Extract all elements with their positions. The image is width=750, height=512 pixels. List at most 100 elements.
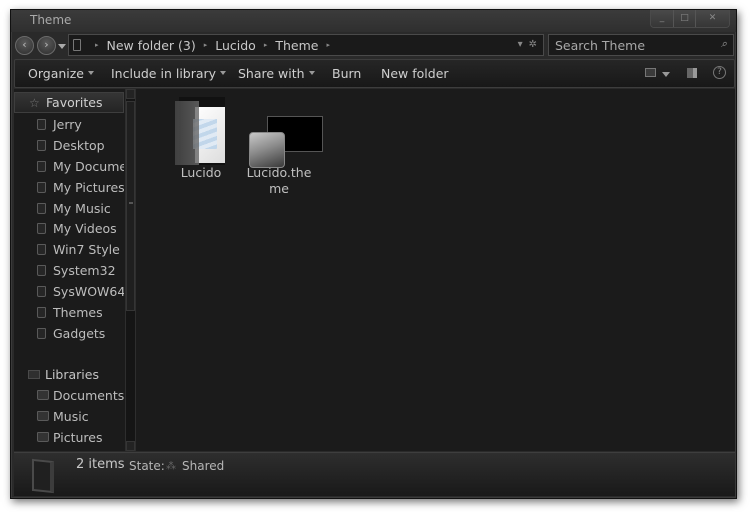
caption-buttons: _ □ ✕ [650,10,730,28]
shared-icon: ⁂ [166,461,176,472]
favorites-header[interactable]: ☆ Favorites [14,92,124,113]
sidebar-item-label: SysWOW64 [53,284,124,299]
view-options-dropdown-icon[interactable] [662,72,670,77]
sidebar-item-system32[interactable]: System32 [14,261,124,281]
location-icon [73,39,81,51]
organize-button[interactable]: Organize [28,66,94,81]
star-icon: ☆ [29,96,40,110]
help-icon[interactable]: ? [713,66,726,79]
breadcrumb-chevron-icon[interactable]: ▸ [264,41,268,49]
state-label: State: [129,459,165,473]
sidebar-item-label: Pictures [53,430,103,445]
breadcrumb-chevron-icon[interactable]: ▸ [204,41,208,49]
sidebar-item-label: Videos [53,450,95,451]
sidebar-item-gadgets[interactable]: Gadgets [14,324,124,344]
sidebar-item-my-music[interactable]: My Music [14,199,124,219]
preview-pane-icon[interactable] [687,68,697,78]
sidebar-item-label: Desktop [53,138,105,153]
file-name: Lucido.theme [246,165,312,196]
sidebar-item-label: Music [53,409,89,424]
breadcrumb-chevron-icon[interactable]: ▸ [326,41,330,49]
libraries-label: Libraries [45,367,99,382]
navigation-pane: ☆ Favorites Jerry Desktop My Documents M… [14,89,124,451]
forward-button[interactable]: › [37,36,56,55]
sidebar-item-jerry[interactable]: Jerry [14,115,124,135]
new-folder-button[interactable]: New folder [381,66,449,81]
folder-icon [37,328,46,339]
search-input[interactable]: Search Theme ⌕ [548,34,734,56]
state-value: Shared [182,459,225,473]
sidebar-item-label: Themes [53,305,103,320]
scroll-up-button[interactable] [126,89,135,99]
details-pane: 2 items State: ⁂ Shared [14,452,735,496]
scroll-down-button[interactable] [126,441,135,451]
favorites-label: Favorites [46,95,103,110]
recent-pages-dropdown-icon[interactable] [58,44,66,49]
search-icon[interactable]: ⌕ [721,37,727,51]
organize-label: Organize [28,66,84,81]
sidebar-item-label: My Pictures [53,180,124,195]
pictures-library-icon [37,432,49,442]
sidebar-item-my-pictures[interactable]: My Pictures [14,178,124,198]
sidebar-item-label: My Music [53,201,111,216]
theme-file-icon [241,97,323,168]
sidebar-item-videos[interactable]: Videos [14,448,124,451]
sidebar-item-syswow64[interactable]: SysWOW64 [14,282,124,302]
share-with-button[interactable]: Share with [238,66,315,81]
address-controls: ▾ ✲ [518,39,537,50]
title-bar[interactable]: Theme _ □ ✕ [11,10,736,32]
sidebar-item-desktop[interactable]: Desktop [14,136,124,156]
navigation-row: ‹ › ▸ New folder (3) ▸ Lucido ▸ Theme ▸ … [11,32,736,58]
change-view-icon[interactable] [645,68,656,77]
folder-icon [37,265,46,276]
chevron-down-icon [88,71,94,75]
sidebar-item-documents[interactable]: Documents [14,386,124,406]
file-item-lucido-folder[interactable]: Lucido [163,97,239,181]
command-bar: Organize Include in library Share with B… [14,59,735,88]
libraries-header[interactable]: Libraries [14,365,124,385]
scrollbar-grip-icon [129,202,133,204]
folder-icon [37,244,46,255]
include-in-library-button[interactable]: Include in library [111,66,227,81]
videos-icon [37,223,46,234]
sidebar-item-pictures[interactable]: Pictures [14,428,124,448]
sidebar-item-my-documents[interactable]: My Documents [14,157,124,177]
item-count: 2 items [76,457,125,472]
folder-icon [37,307,46,318]
sidebar-item-win7-style-builder[interactable]: Win7 Style Builder [14,240,124,260]
sidebar-item-label: Documents [53,388,124,403]
sidebar-item-music[interactable]: Music [14,407,124,427]
address-bar[interactable]: ▸ New folder (3) ▸ Lucido ▸ Theme ▸ ▾ ✲ [68,34,544,56]
libraries-icon [28,370,40,379]
desktop-icon [37,140,46,151]
documents-icon [37,161,46,172]
navigation-pane-scrollbar[interactable] [125,89,136,451]
breadcrumb-lucido[interactable]: Lucido [215,38,256,53]
scrollbar-thumb[interactable] [126,101,135,311]
back-button[interactable]: ‹ [15,36,34,55]
close-button[interactable]: ✕ [695,10,729,27]
music-icon [37,203,46,214]
include-in-library-label: Include in library [111,66,217,81]
sidebar-item-label: My Documents [53,159,124,174]
sidebar-item-label: My Videos [53,221,117,236]
burn-button[interactable]: Burn [332,66,361,81]
folder-icon [37,119,46,130]
file-name: Lucido [180,165,222,180]
breadcrumb-chevron-icon[interactable]: ▸ [95,41,99,49]
refresh-icon[interactable]: ✲ [529,39,537,50]
sidebar-item-label: System32 [53,263,116,278]
minimize-button[interactable]: _ [651,10,673,27]
pictures-icon [37,182,46,193]
search-placeholder: Search Theme [555,38,646,53]
sidebar-item-label: Win7 Style Builder [53,242,124,257]
breadcrumb-theme[interactable]: Theme [275,38,318,53]
file-item-lucido-theme[interactable]: Lucido.theme [241,97,323,197]
maximize-button[interactable]: □ [673,10,695,27]
file-list[interactable]: Lucido Lucido.theme [137,89,735,451]
share-with-label: Share with [238,66,305,81]
sidebar-item-themes[interactable]: Themes [14,303,124,323]
breadcrumb-new-folder-3[interactable]: New folder (3) [107,38,196,53]
address-dropdown-icon[interactable]: ▾ [518,39,523,50]
sidebar-item-my-videos[interactable]: My Videos [14,219,124,239]
